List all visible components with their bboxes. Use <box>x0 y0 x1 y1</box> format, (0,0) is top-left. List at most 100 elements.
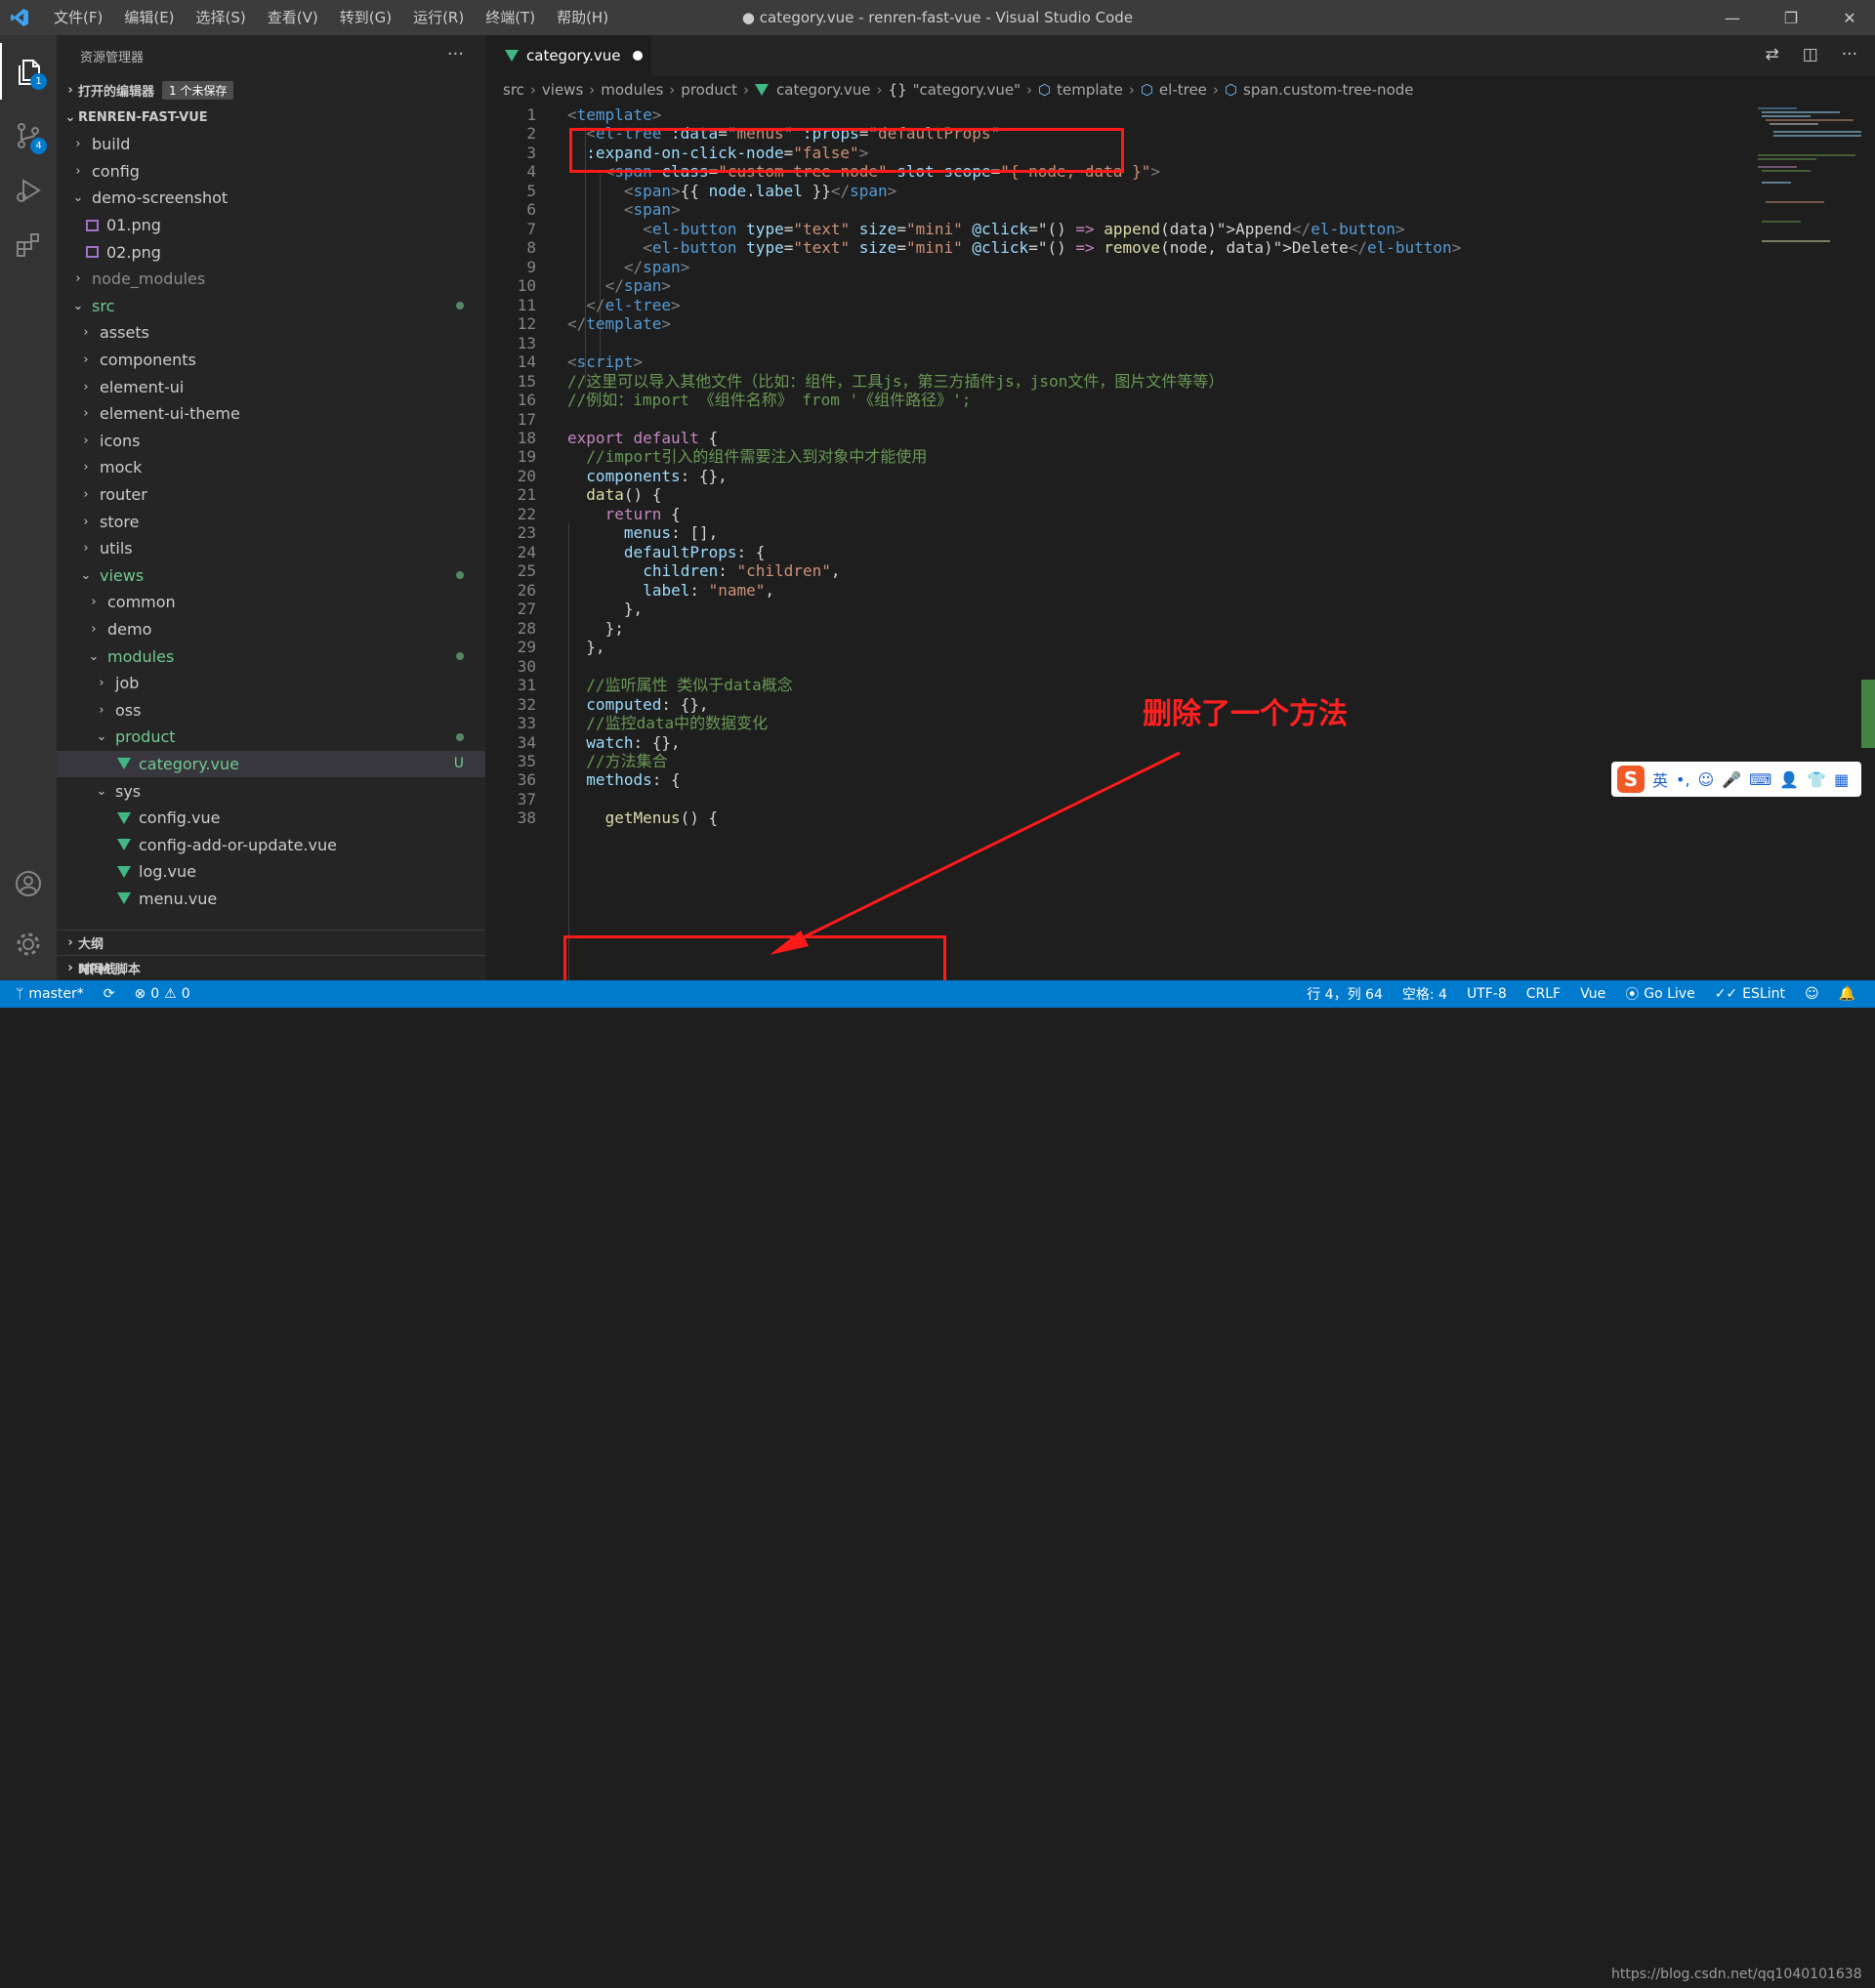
tree-folder[interactable]: › common <box>57 589 485 616</box>
tree-file[interactable]: 02.png <box>57 238 485 266</box>
tree-folder[interactable]: › job <box>57 670 485 697</box>
tree-item-label: config-add-or-update.vue <box>139 835 337 854</box>
vertical-scrollbar[interactable] <box>1861 680 1875 748</box>
tree-file[interactable]: menu.vue <box>57 886 485 912</box>
breadcrumb-item[interactable]: span.custom-tree-node <box>1243 81 1413 99</box>
breadcrumb-item[interactable]: views <box>542 81 583 99</box>
project-section[interactable]: ⌄ RENREN-FAST-VUE <box>57 104 485 131</box>
skin-icon[interactable]: 👕 <box>1807 770 1826 789</box>
restore-button[interactable]: ❐ <box>1766 0 1816 35</box>
menu-item[interactable]: 查看(V) <box>257 0 329 35</box>
tree-folder[interactable]: › node_modules <box>57 266 485 293</box>
tree-folder[interactable]: ⌄ src <box>57 293 485 320</box>
tree-folder[interactable]: › components <box>57 347 485 374</box>
tree-folder[interactable]: ⌄ modules <box>57 642 485 670</box>
accounts-icon[interactable] <box>0 855 57 912</box>
emoji-icon[interactable]: ☺ <box>1698 770 1715 789</box>
tree-folder[interactable]: › build <box>57 131 485 158</box>
menu-item[interactable]: 终端(T) <box>475 0 546 35</box>
more-actions-icon[interactable]: ··· <box>447 44 464 64</box>
code-token: > <box>661 314 671 334</box>
breadcrumb-item[interactable]: template <box>1057 81 1123 99</box>
code-token: "name" <box>708 580 766 600</box>
tree-folder[interactable]: › element-ui-theme <box>57 400 485 428</box>
extensions-icon[interactable] <box>0 217 57 273</box>
unsaved-badge: 1 个未保存 <box>162 80 234 100</box>
code-token: el-tree <box>604 295 671 314</box>
source-control-icon[interactable]: 4 <box>0 107 57 164</box>
menu-item[interactable]: 运行(R) <box>402 0 475 35</box>
cursor-position[interactable]: 行 4，列 64 <box>1297 984 1393 1004</box>
tree-folder[interactable]: › store <box>57 508 485 535</box>
notifications-icon[interactable]: 🔔 <box>1829 986 1865 1002</box>
breadcrumb-item[interactable]: "category.vue" <box>913 81 1021 99</box>
code-token: </ <box>830 181 851 200</box>
menu-item[interactable]: 文件(F) <box>43 0 113 35</box>
indentation[interactable]: 空格: 4 <box>1393 984 1457 1004</box>
ime-toolbar[interactable]: S 英 •, ☺ 🎤 ⌨ 👤 👕 ▦ <box>1611 762 1861 797</box>
go-live-button[interactable]: ⦿ Go Live <box>1615 984 1704 1004</box>
code-token: size <box>858 219 897 238</box>
minimap[interactable] <box>1754 104 1875 260</box>
npm-scripts-section[interactable]: › NPM 脚本 <box>62 955 482 980</box>
toolbox-icon[interactable]: ▦ <box>1834 770 1849 789</box>
more-actions-icon[interactable]: ··· <box>1842 45 1857 64</box>
menu-item[interactable]: 选择(S) <box>186 0 257 35</box>
microphone-icon[interactable]: 🎤 <box>1722 770 1741 789</box>
menu-item[interactable]: 转到(G) <box>329 0 402 35</box>
breadcrumb-item[interactable]: category.vue <box>776 81 871 99</box>
menu-item[interactable]: 帮助(H) <box>546 0 619 35</box>
run-debug-icon[interactable] <box>0 162 57 219</box>
tree-folder[interactable]: › element-ui <box>57 373 485 400</box>
keyboard-icon[interactable]: ⌨ <box>1749 770 1771 789</box>
tree-folder[interactable]: ⌄ sys <box>57 777 485 805</box>
tree-folder[interactable]: › utils <box>57 535 485 562</box>
tree-folder[interactable]: › assets <box>57 319 485 347</box>
breadcrumb-item[interactable]: product <box>681 81 737 99</box>
tree-file[interactable]: config.vue <box>57 805 485 832</box>
tree-folder[interactable]: › router <box>57 481 485 509</box>
tree-folder[interactable]: › mock <box>57 454 485 481</box>
open-changes-icon[interactable]: ⇄ <box>1765 45 1778 64</box>
branch-indicator[interactable]: ᛘ master* <box>0 986 94 1002</box>
tree-folder[interactable]: ⌄ demo-screenshot <box>57 185 485 212</box>
outline-section[interactable]: › 大纲 <box>57 930 485 955</box>
punctuation-icon[interactable]: •, <box>1676 770 1690 789</box>
sync-icon[interactable]: ⟳ <box>94 986 125 1002</box>
end-of-line[interactable]: CRLF <box>1517 986 1570 1002</box>
tab-category-vue[interactable]: category.vue <box>485 35 651 76</box>
tree-file[interactable]: 01.png <box>57 212 485 239</box>
minimize-button[interactable]: — <box>1707 0 1758 35</box>
explorer-icon[interactable]: 1 <box>0 43 57 100</box>
close-window-button[interactable]: ✕ <box>1824 0 1875 35</box>
encoding[interactable]: UTF-8 <box>1457 986 1517 1002</box>
problems-indicator[interactable]: ⊗ 0 ⚠ 0 <box>125 986 200 1002</box>
chevron-right-icon: › <box>67 961 73 975</box>
user-icon[interactable]: 👤 <box>1779 770 1799 789</box>
menu-item[interactable]: 编辑(E) <box>113 0 185 35</box>
breadcrumb-item[interactable]: el-tree <box>1159 81 1207 99</box>
tree-folder[interactable]: › icons <box>57 428 485 455</box>
split-editor-icon[interactable]: ◫ <box>1803 45 1818 64</box>
tree-folder[interactable]: › demo <box>57 616 485 643</box>
tree-file[interactable]: category.vue U <box>57 750 485 778</box>
eslint-status[interactable]: ✓✓ ESLint <box>1705 986 1795 1002</box>
breadcrumb-item[interactable]: src <box>503 81 524 99</box>
tree-folder[interactable]: › oss <box>57 696 485 724</box>
language-mode[interactable]: Vue <box>1570 986 1615 1002</box>
tree-folder[interactable]: › config <box>57 158 485 186</box>
tree-folder[interactable]: ⌄ views <box>57 562 485 590</box>
ime-language-label[interactable]: 英 <box>1652 767 1668 791</box>
chevron-right-icon: › <box>83 379 89 394</box>
code-token: span <box>633 200 672 220</box>
tree-file[interactable]: config-add-or-update.vue <box>57 831 485 858</box>
breadcrumb-item[interactable]: modules <box>601 81 663 99</box>
tree-folder[interactable]: ⌄ product <box>57 724 485 751</box>
code-text: }, <box>586 636 604 659</box>
settings-gear-icon[interactable] <box>0 916 57 973</box>
chevron-right-icon: › <box>876 81 883 99</box>
feedback-icon[interactable]: ☺ <box>1795 986 1829 1002</box>
open-editors-section[interactable]: › 打开的编辑器 1 个未保存 <box>57 76 485 104</box>
tree-file[interactable]: log.vue <box>57 858 485 886</box>
unsaved-dot-icon[interactable] <box>632 51 643 61</box>
